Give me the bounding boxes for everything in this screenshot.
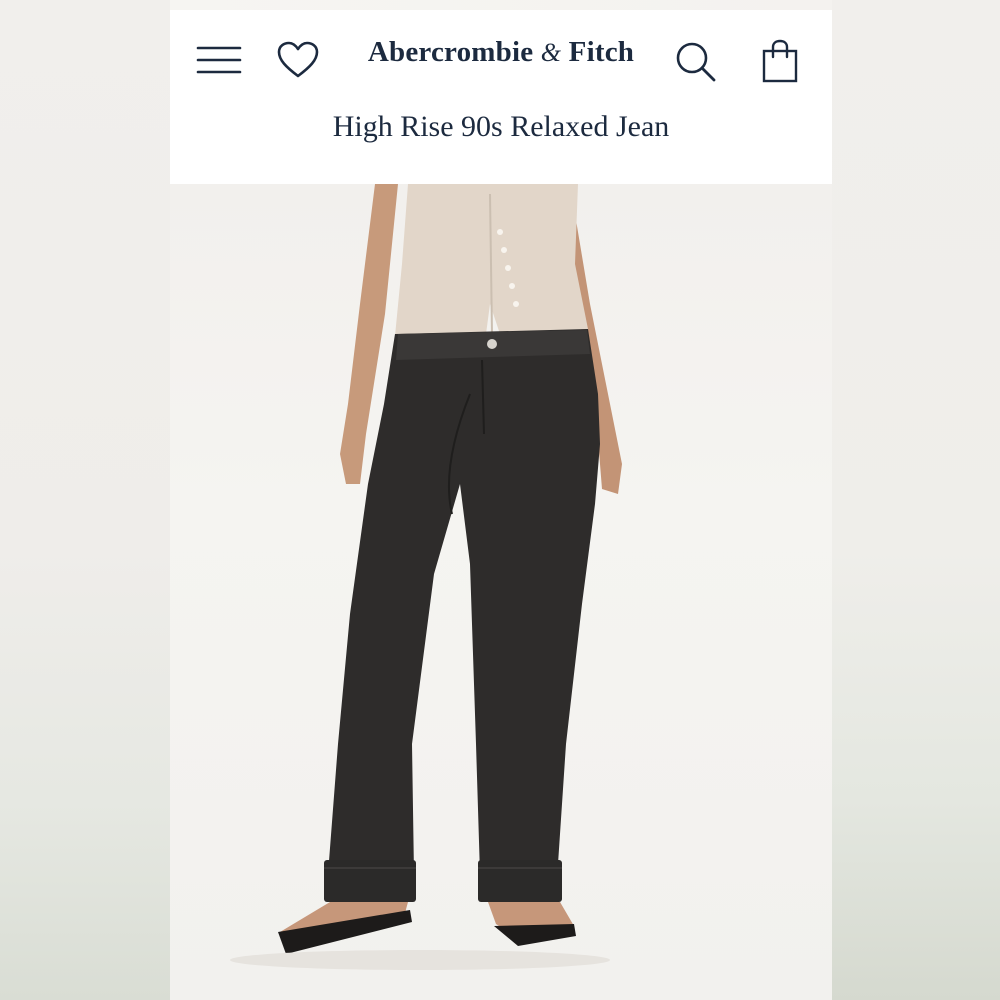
search-button[interactable] <box>672 38 720 86</box>
right-background-blur <box>832 0 1000 1000</box>
shopping-bag-button[interactable] <box>756 36 804 86</box>
logo-name-part2: Fitch <box>568 36 635 68</box>
brand-logo[interactable]: Abercrombie & Fitch <box>320 36 682 69</box>
app-screen: Abercrombie & Fitch High Rise 90s Relaxe… <box>170 10 832 1000</box>
model-wearing-jeans-image <box>230 184 622 970</box>
logo-ampersand: & <box>540 38 562 67</box>
shopping-bag-icon <box>762 39 798 83</box>
heart-icon <box>277 41 319 78</box>
wishlist-button[interactable] <box>274 38 322 82</box>
menu-icon <box>196 46 242 74</box>
product-photo[interactable] <box>170 184 832 1000</box>
product-title: High Rise 90s Relaxed Jean <box>332 110 670 143</box>
left-background-blur <box>0 0 170 1000</box>
app-header: Abercrombie & Fitch High Rise 90s Relaxe… <box>170 10 832 184</box>
search-icon <box>676 42 716 82</box>
logo-name-part1: Abercrombie <box>367 36 534 68</box>
menu-button[interactable] <box>194 40 244 80</box>
